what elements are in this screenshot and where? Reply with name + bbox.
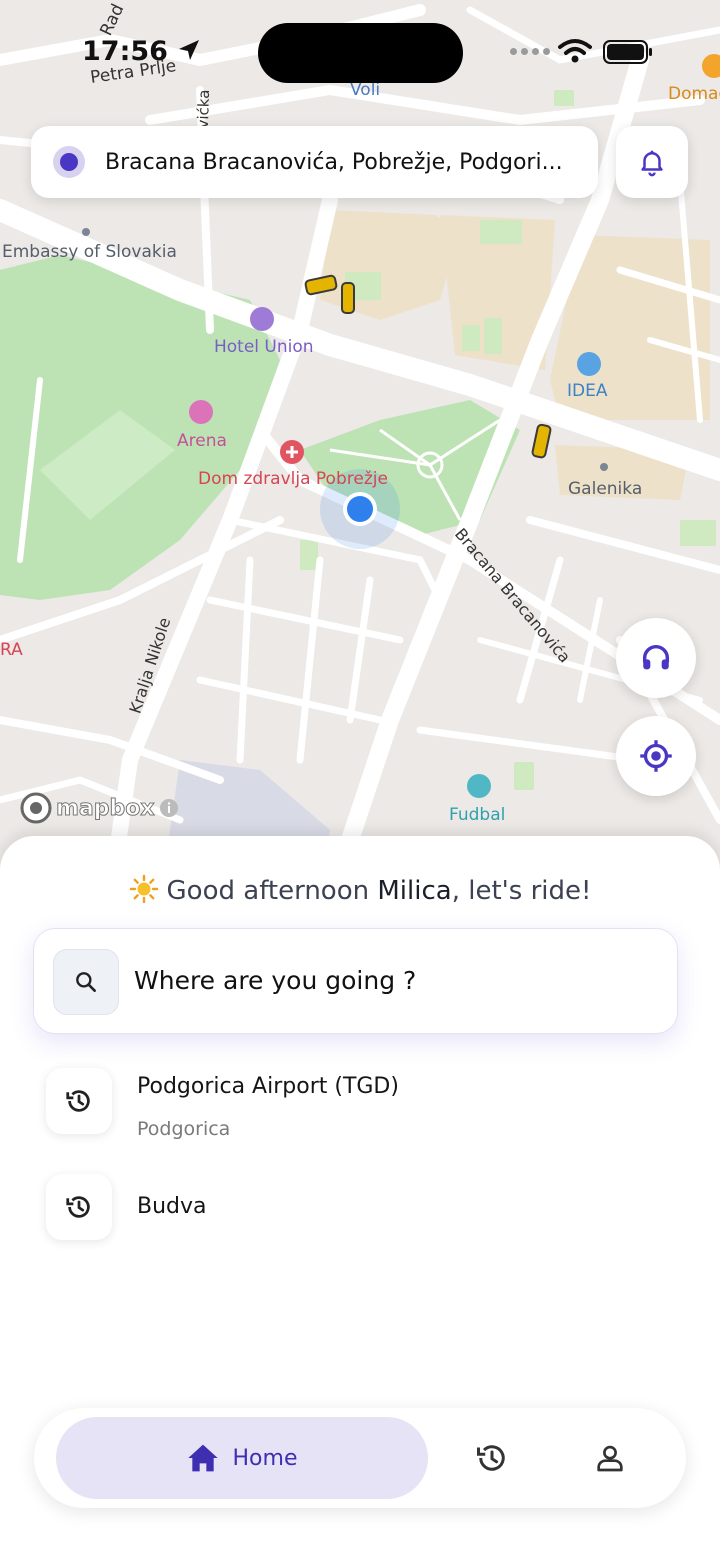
greeting: Good afternoon Milica, let's ride! <box>0 874 720 906</box>
location-dot-icon <box>53 146 85 178</box>
history-icon <box>477 1445 505 1471</box>
battery-icon <box>603 40 652 64</box>
map-label-vicka: vićka <box>193 89 214 129</box>
notifications-button[interactable] <box>616 126 688 198</box>
mapbox-wordmark: mapbox <box>56 795 156 821</box>
mapbox-icon <box>20 792 52 824</box>
headset-icon <box>642 645 670 670</box>
nav-profile-tab[interactable] <box>586 1434 634 1482</box>
greeting-prefix: Good afternoon <box>166 876 378 906</box>
current-location-bar[interactable]: Bracana Bracanovića, Pobrežje, Podgori..… <box>31 126 598 198</box>
destination-search-input[interactable] <box>134 955 654 1005</box>
map-label-dom-zdravlja: Dom zdravlja Pobrežje <box>198 469 388 489</box>
location-arrow-icon <box>179 40 200 60</box>
home-icon <box>187 1444 218 1472</box>
recent-history-icon-box <box>46 1068 112 1134</box>
nav-home-tab[interactable]: Home <box>56 1417 428 1499</box>
map-label-idea: IDEA <box>567 381 608 401</box>
recent-destination-item[interactable]: Podgorica Airport (TGD) Podgorica <box>46 1068 686 1140</box>
greeting-suffix: , let's ride! <box>451 876 592 906</box>
sun-icon <box>129 874 158 904</box>
greeting-user-name: Milica <box>377 876 452 906</box>
map-label-galenika: Galenika <box>568 479 643 499</box>
wifi-icon <box>558 39 592 63</box>
map-label-ra: RA <box>0 640 23 660</box>
bell-icon <box>641 150 663 177</box>
history-icon <box>66 1090 90 1112</box>
map-label-voli: Voli <box>350 80 381 100</box>
mapbox-logo: mapbox <box>20 792 179 824</box>
info-icon[interactable] <box>159 798 179 818</box>
recent-title: Podgorica Airport (TGD) <box>137 1074 399 1099</box>
search-icon-box[interactable] <box>53 949 119 1015</box>
search-icon <box>76 972 96 992</box>
map-label-hotel-union: Hotel Union <box>214 337 314 357</box>
support-button[interactable] <box>616 618 696 698</box>
history-icon <box>66 1196 90 1218</box>
recent-history-icon-box <box>46 1174 112 1240</box>
map-label-arena: Arena <box>177 431 227 451</box>
status-time: 17:56 <box>82 36 201 67</box>
map-label-fudbal: Fudbal <box>449 805 506 825</box>
map-label-domac: Domac <box>668 84 720 104</box>
bottom-nav: Home <box>34 1408 686 1508</box>
signal-icon <box>510 48 550 55</box>
nav-home-label: Home <box>232 1445 298 1471</box>
recent-title: Budva <box>137 1194 207 1219</box>
crosshair-icon <box>640 740 672 772</box>
current-address: Bracana Bracanovića, Pobrežje, Podgori..… <box>105 149 563 175</box>
dynamic-island <box>258 23 463 83</box>
map-label-embassy: Embassy of Slovakia <box>2 242 177 262</box>
recent-destination-item[interactable]: Budva <box>46 1174 686 1244</box>
recenter-button[interactable] <box>616 716 696 796</box>
destination-search[interactable] <box>33 928 678 1034</box>
recent-subtitle: Podgorica <box>137 1118 231 1140</box>
nav-history-tab[interactable] <box>468 1434 516 1482</box>
user-icon <box>597 1445 623 1472</box>
